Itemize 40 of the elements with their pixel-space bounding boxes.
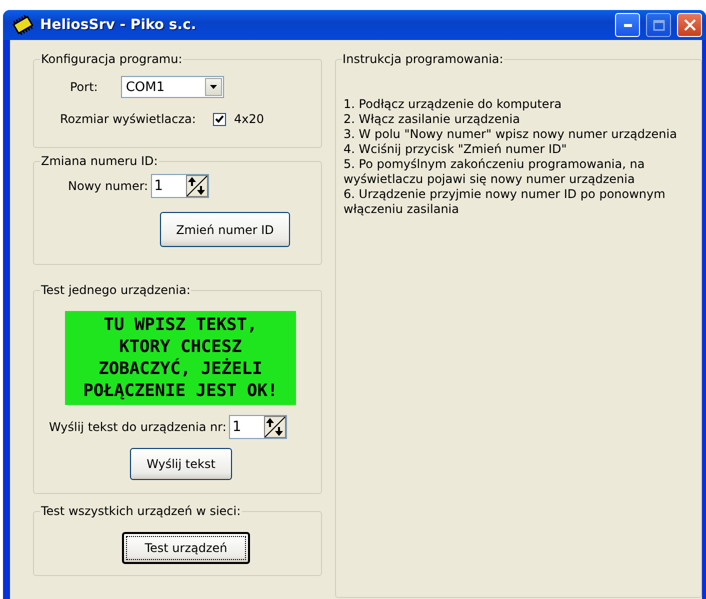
port-label: Port: [70,80,98,94]
number-input[interactable]: 1 [230,416,264,438]
lcd-text-line: POŁĄCZENIE JEST OK! [82,380,279,402]
minimize-button[interactable] [615,13,640,37]
lcd-text-line: KTORY CHCESZ [118,336,243,358]
dropdown-arrow-icon [210,85,217,89]
instruction-step: 2. Włącz zasilanie urządzenia [344,112,693,127]
spin-field[interactable]: 1 [151,174,210,198]
group-title: Test jednego urządzenia: [40,283,192,297]
number-input[interactable]: 1 [152,175,186,197]
send-to-device-label: Wyślij tekst do urządzenia nr: [49,420,226,434]
check-icon [214,115,224,123]
lcd-text-line: TU WPISZ TEKST, [102,314,258,336]
window-title: HeliosSrv - Piko s.c. [40,17,198,33]
send-text-button[interactable]: Wyślij tekst [130,448,232,480]
change-id-button[interactable]: Zmień numer ID [160,212,290,247]
port-dropdown[interactable]: COM1 [120,76,224,98]
checkbox-label: 4x20 [234,112,264,126]
spin-arrows-icon[interactable] [264,416,286,438]
instruction-step: 5. Po pomyślnym zakończeniu programowania, na wyświetlaczu pojawi się nowy numer urządzenia [344,157,693,187]
minimize-icon [624,24,632,26]
group-title: Konfiguracja programu: [40,52,184,66]
lcd-text-line: ZOBACZYĆ, JEŻELI [98,358,264,380]
maximize-button[interactable] [646,13,671,37]
group-title: Zmiana numeru ID: [40,154,159,168]
group-title: Instrukcja programowania: [342,52,504,66]
close-icon [684,19,696,31]
checkbox[interactable] [212,112,226,126]
spin-field[interactable]: 1 [229,415,288,439]
instruction-step: 3. W polu "Nowy numer" wpisz nowy numer urządzenia [344,127,693,142]
group-title: Test wszystkich urządzeń w sieci: [40,504,242,518]
instruction-step: 4. Wciśnij przycisk "Zmień numer ID" [344,142,693,157]
instruction-step: 1. Podłącz urządzenie do komputera [344,97,693,112]
close-button[interactable] [677,13,702,37]
new-number-label: Nowy numer: [68,179,148,193]
display-size-label: Rozmiar wyświetlacza: [60,112,196,126]
spin-arrows-icon[interactable] [186,175,208,197]
instruction-step: 6. Urządzenie przyjmie nowy numer ID po ponownym włączeniu zasilania [344,187,693,217]
maximize-icon [652,20,664,30]
test-devices-button[interactable]: Test urządzeń [122,532,250,564]
